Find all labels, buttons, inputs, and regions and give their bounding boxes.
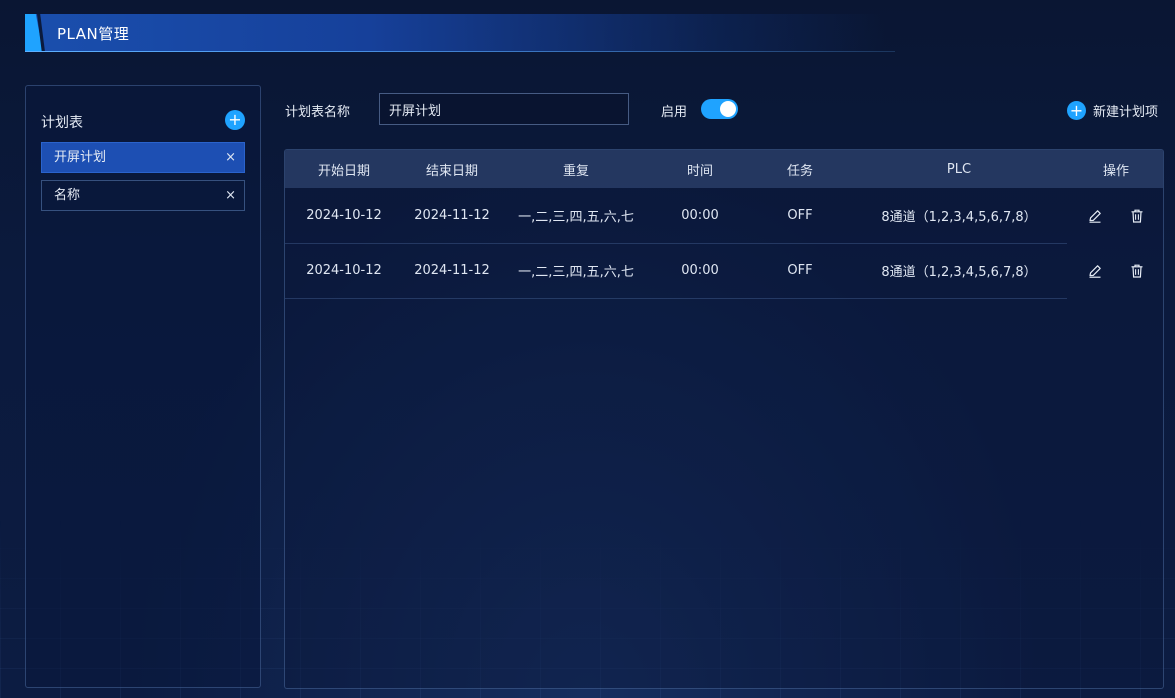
plus-icon: +	[228, 110, 242, 129]
plan-item-label: 名称	[54, 188, 81, 203]
header-underline	[25, 51, 895, 52]
edit-icon[interactable]	[1087, 208, 1103, 224]
cell-start-date: 2024-10-12	[285, 243, 403, 299]
table-row: 2024-10-12 2024-11-12 一,二,三,四,五,六,七 00:0…	[285, 243, 1163, 299]
col-task: 任务	[786, 163, 813, 179]
table-header-row: 开始日期 结束日期 重复 时间 任务 PLC 操作	[285, 150, 1163, 188]
trash-icon[interactable]	[1129, 263, 1145, 279]
table-row: 2024-10-12 2024-11-12 一,二,三,四,五,六,七 00:0…	[285, 188, 1163, 244]
col-actions: 操作	[1102, 163, 1129, 179]
add-plan-button[interactable]: +	[225, 110, 245, 130]
new-plan-item-button[interactable]: + 新建计划项	[1067, 100, 1158, 120]
page-header: PLAN管理	[25, 14, 1175, 52]
col-repeat: 重复	[562, 163, 589, 179]
plan-item-kaiping[interactable]: 开屏计划 ×	[41, 142, 245, 173]
cell-repeat: 一,二,三,四,五,六,七	[501, 243, 651, 299]
close-icon[interactable]: ×	[225, 181, 236, 210]
plan-name-label: 计划表名称	[285, 105, 351, 120]
cell-actions	[1067, 243, 1163, 298]
cell-time: 00:00	[651, 243, 749, 299]
col-start-date: 开始日期	[317, 163, 370, 179]
edit-icon[interactable]	[1087, 263, 1103, 279]
cell-plc: 8通道（1,2,3,4,5,6,7,8）	[851, 243, 1067, 299]
cell-task: OFF	[749, 243, 851, 299]
cell-time: 00:00	[651, 188, 749, 244]
enable-label: 启用	[661, 105, 688, 120]
cell-end-date: 2024-11-12	[403, 243, 501, 299]
enable-toggle[interactable]	[701, 99, 738, 119]
cell-end-date: 2024-11-12	[403, 188, 501, 244]
cell-repeat: 一,二,三,四,五,六,七	[501, 188, 651, 244]
col-plc: PLC	[946, 161, 972, 177]
plan-items-table: 开始日期 结束日期 重复 时间 任务 PLC 操作 2024-10-12 202…	[284, 149, 1164, 689]
close-icon[interactable]: ×	[225, 143, 236, 172]
cell-actions	[1067, 188, 1163, 243]
col-end-date: 结束日期	[425, 163, 478, 179]
trash-icon[interactable]	[1129, 208, 1145, 224]
cell-plc: 8通道（1,2,3,4,5,6,7,8）	[851, 188, 1067, 244]
cell-task: OFF	[749, 188, 851, 244]
plan-list-title: 计划表	[41, 115, 83, 131]
new-plan-item-label: 新建计划项	[1093, 104, 1159, 120]
plus-icon: +	[1067, 100, 1086, 120]
plan-item-label: 开屏计划	[54, 150, 107, 165]
plan-name-input[interactable]	[379, 93, 629, 125]
col-time: 时间	[686, 163, 713, 179]
toggle-knob	[720, 101, 736, 117]
plan-list-panel: 计划表 + 开屏计划 × 名称 ×	[25, 85, 261, 688]
page-title: PLAN管理	[57, 25, 130, 43]
header-bar	[25, 14, 885, 52]
cell-start-date: 2024-10-12	[285, 188, 403, 244]
plan-item-mingcheng[interactable]: 名称 ×	[41, 180, 245, 211]
